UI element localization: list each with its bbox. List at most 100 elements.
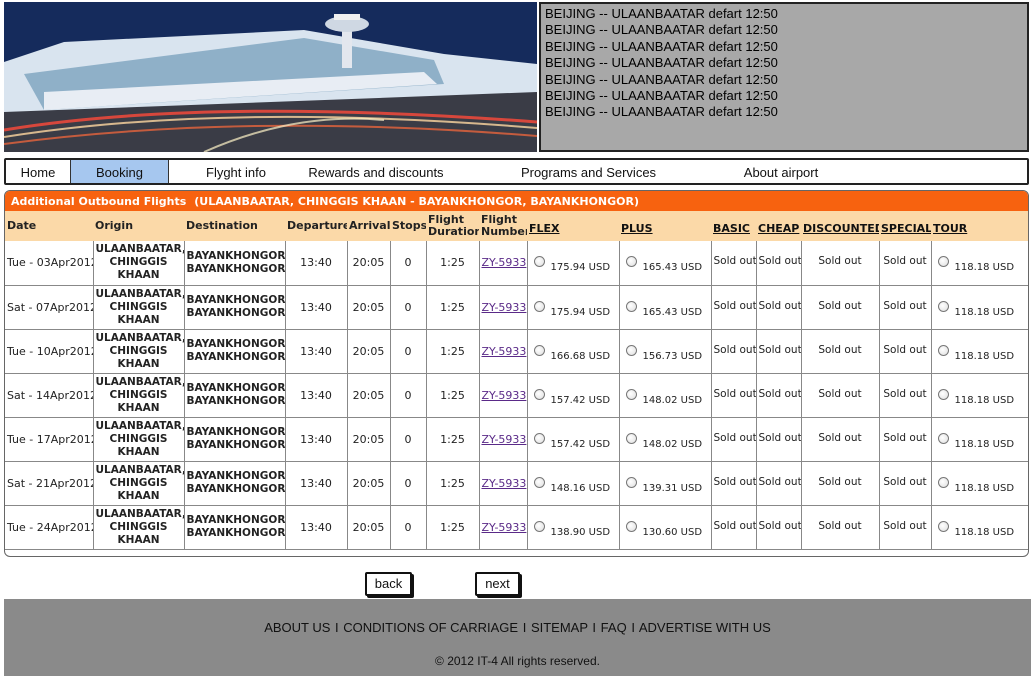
cell-date: Tue - 24Apr2012 — [5, 505, 94, 550]
table-row: Sat - 07Apr2012 ULAANBAATAR, CHINGGIS KHA… — [5, 285, 1028, 330]
main-nav: Home Booking Flyght info Rewards and dis… — [4, 158, 1029, 185]
cell-plus-fare: 156.73 USD — [619, 329, 712, 374]
back-button[interactable]: back — [365, 572, 412, 596]
ticker-line: BEIJING -- ULAANBAATAR defart 12:50 — [545, 88, 778, 104]
footer-link-sitemap[interactable]: SITEMAP — [531, 620, 588, 635]
fare-radio[interactable] — [937, 520, 949, 532]
nav-programs-services[interactable]: Programs and Services — [506, 160, 671, 183]
footer-link-about-us[interactable]: ABOUT US — [264, 620, 330, 635]
fare-radio[interactable] — [937, 300, 949, 312]
cell-basic-fare: Sold out — [711, 505, 757, 550]
cell-tour-fare: 118.18 USD — [931, 373, 1028, 418]
fare-radio[interactable] — [533, 476, 545, 488]
cell-flight-number: ZY-5933 — [479, 417, 528, 462]
footer-separator: I — [335, 620, 339, 635]
fare-price: 118.18 USD — [954, 526, 1015, 538]
fare-radio[interactable] — [533, 520, 545, 532]
fare-radio[interactable] — [625, 300, 637, 312]
cell-departure: 13:40 — [285, 241, 348, 286]
fare-radio[interactable] — [625, 256, 637, 268]
nav-booking[interactable]: Booking — [71, 160, 168, 183]
footer-separator: I — [631, 620, 635, 635]
cell-destination: BAYANKHONGOR, BAYANKHONGOR — [184, 373, 286, 418]
fare-radio[interactable] — [625, 344, 637, 356]
fare-radio[interactable] — [937, 388, 949, 400]
col-discounted[interactable]: DISCOUNTED — [801, 211, 879, 241]
fare-radio[interactable] — [533, 344, 545, 356]
nav-rewards-discounts[interactable]: Rewards and discounts — [296, 160, 456, 183]
cell-special-fare: Sold out — [879, 241, 932, 286]
cell-departure: 13:40 — [285, 505, 348, 550]
cell-duration: 1:25 — [426, 505, 480, 550]
cell-arrival: 20:05 — [347, 241, 391, 286]
nav-home[interactable]: Home — [6, 160, 70, 183]
footer-link-advertise[interactable]: ADVERTISE WITH US — [639, 620, 771, 635]
cell-destination: BAYANKHONGOR, BAYANKHONGOR — [184, 241, 286, 286]
cell-plus-fare: 148.02 USD — [619, 417, 712, 462]
cell-flight-number: ZY-5933 — [479, 461, 528, 506]
fare-radio[interactable] — [625, 388, 637, 400]
flight-number-link[interactable]: ZY-5933 — [482, 477, 527, 490]
cell-duration: 1:25 — [426, 373, 480, 418]
col-basic[interactable]: BASIC — [711, 211, 756, 241]
cell-stops: 0 — [390, 505, 427, 550]
fare-price: 138.90 USD — [550, 526, 611, 538]
cell-cheap-fare: Sold out — [756, 285, 802, 330]
col-special[interactable]: SPECIAL — [879, 211, 931, 241]
fare-price: 148.02 USD — [642, 394, 703, 406]
fare-radio[interactable] — [625, 520, 637, 532]
cell-stops: 0 — [390, 461, 427, 506]
cell-flex-fare: 157.42 USD — [527, 373, 620, 418]
flight-number-link[interactable]: ZY-5933 — [482, 345, 527, 358]
fare-radio[interactable] — [533, 388, 545, 400]
cell-flex-fare: 157.42 USD — [527, 417, 620, 462]
cell-origin: ULAANBAATAR, CHINGGIS KHAAN — [93, 329, 185, 374]
flight-number-link[interactable]: ZY-5933 — [482, 256, 527, 269]
footer-link-conditions[interactable]: CONDITIONS OF CARRIAGE — [343, 620, 518, 635]
col-cheap[interactable]: CHEAP — [756, 211, 801, 241]
col-flight-duration: Flight Duration — [426, 211, 479, 241]
flight-number-link[interactable]: ZY-5933 — [482, 433, 527, 446]
table-row: Sat - 14Apr2012 ULAANBAATAR, CHINGGIS KHA… — [5, 373, 1028, 418]
col-plus[interactable]: PLUS — [619, 211, 711, 241]
cell-special-fare: Sold out — [879, 373, 932, 418]
cell-flex-fare: 166.68 USD — [527, 329, 620, 374]
cell-basic-fare: Sold out — [711, 285, 757, 330]
col-flex[interactable]: FLEX — [527, 211, 619, 241]
col-date: Date — [5, 211, 93, 241]
fare-radio[interactable] — [533, 256, 545, 268]
flight-number-link[interactable]: ZY-5933 — [482, 521, 527, 534]
table-row: Sat - 21Apr2012 ULAANBAATAR, CHINGGIS KHA… — [5, 461, 1028, 506]
fare-price: 118.18 USD — [954, 306, 1015, 318]
fare-radio[interactable] — [937, 256, 949, 268]
table-header-row: Date Origin Destination Departure Arriva… — [5, 211, 1028, 241]
cell-date: Tue - 10Apr2012 — [5, 329, 94, 374]
fare-radio[interactable] — [533, 432, 545, 444]
cell-origin: ULAANBAATAR, CHINGGIS KHAAN — [93, 461, 185, 506]
fare-price: 157.42 USD — [550, 394, 611, 406]
cell-arrival: 20:05 — [347, 373, 391, 418]
fare-radio[interactable] — [937, 476, 949, 488]
col-tour[interactable]: TOUR — [931, 211, 1028, 241]
cell-basic-fare: Sold out — [711, 329, 757, 374]
fare-radio[interactable] — [533, 300, 545, 312]
cell-origin: ULAANBAATAR, CHINGGIS KHAAN — [93, 373, 185, 418]
nav-flyght-info[interactable]: Flyght info — [186, 160, 286, 183]
fare-radio[interactable] — [937, 344, 949, 356]
next-button[interactable]: next — [475, 572, 520, 596]
fare-radio[interactable] — [625, 432, 637, 444]
nav-about-airport[interactable]: About airport — [726, 160, 836, 183]
cell-date: Sat - 07Apr2012 — [5, 285, 94, 330]
fare-radio[interactable] — [625, 476, 637, 488]
cell-arrival: 20:05 — [347, 461, 391, 506]
cell-stops: 0 — [390, 329, 427, 374]
fare-price: 175.94 USD — [550, 306, 611, 318]
fare-radio[interactable] — [937, 432, 949, 444]
cell-plus-fare: 130.60 USD — [619, 505, 712, 550]
footer-link-faq[interactable]: FAQ — [601, 620, 627, 635]
cell-stops: 0 — [390, 285, 427, 330]
cell-basic-fare: Sold out — [711, 417, 757, 462]
flight-number-link[interactable]: ZY-5933 — [482, 389, 527, 402]
cell-discounted-fare: Sold out — [801, 241, 880, 286]
flight-number-link[interactable]: ZY-5933 — [482, 301, 527, 314]
